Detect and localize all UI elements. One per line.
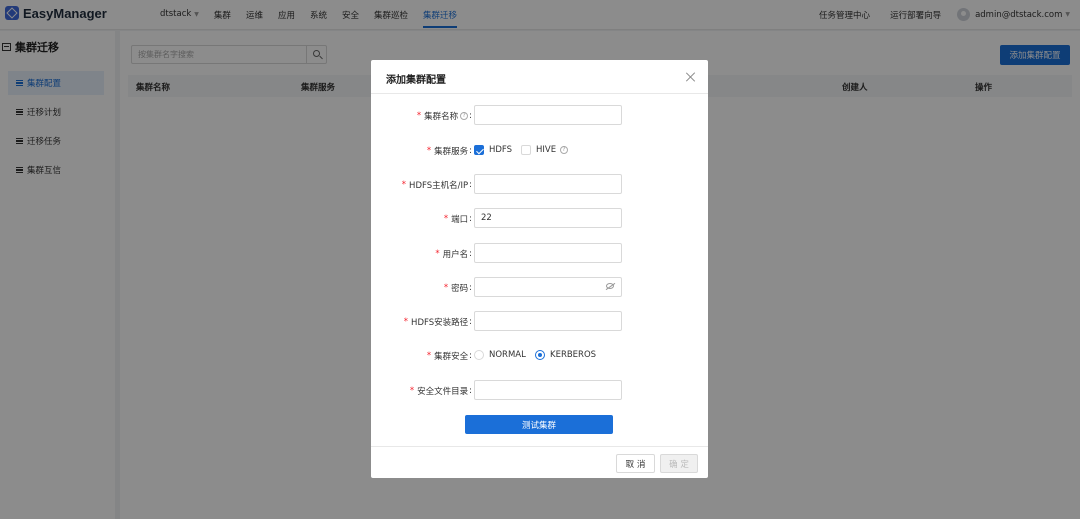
question-icon[interactable]: ? [460,112,469,120]
label-text: HDFS主机名/IP [409,181,469,191]
hive-option-label[interactable]: HIVE [536,145,556,155]
form-label: * 集群安全: [426,351,472,362]
label-text: HDFS安装路径 [411,318,469,328]
form-row-cluster-name: * 集群名称?: [371,105,708,125]
close-icon[interactable] [686,72,696,82]
kerberos-option-label[interactable]: KERBEROS [550,350,596,360]
password-input[interactable] [474,277,622,297]
modal-title: 添加集群配置 [386,75,446,86]
port-input[interactable]: 22 [474,208,622,228]
divider [371,446,708,447]
form-row-security: * 集群安全: NORMAL KERBEROS [371,345,708,365]
install-path-input[interactable] [474,311,622,331]
form-label: * HDFS主机名/IP: [401,180,472,191]
form-label: * 用户名: [435,249,472,260]
form-row-services: * 集群服务: HDFS HIVE ? [371,140,708,160]
form-label: * 集群服务: [426,146,472,157]
eye-invisible-icon[interactable] [606,283,614,289]
host-input[interactable] [474,174,622,194]
form-label: * 安全文件目录: [409,386,472,397]
question-icon[interactable]: ? [560,146,568,154]
label-text: 集群服务 [434,147,469,157]
hive-checkbox[interactable] [521,145,531,155]
kerberos-radio[interactable] [535,350,545,360]
normal-radio[interactable] [474,350,484,360]
security-dir-input[interactable] [474,380,622,400]
form-row-username: * 用户名: [371,243,708,263]
label-text: 安全文件目录 [417,387,469,397]
label-text: 用户名 [442,250,469,260]
username-input[interactable] [474,243,622,263]
label-text: 密码 [451,284,469,294]
hdfs-option-label[interactable]: HDFS [489,145,512,155]
form-row-host: * HDFS主机名/IP: [371,174,708,194]
add-cluster-config-modal: 添加集群配置 * 集群名称?: * 集群服务: HDFS HIVE ? * HDFS主… [371,60,708,478]
label-text: 端口 [451,215,469,225]
hdfs-checkbox[interactable] [474,145,484,155]
cancel-button[interactable]: 取 消 [616,454,655,473]
normal-option-label[interactable]: NORMAL [489,350,526,360]
form-row-port: * 端口: 22 [371,208,708,228]
form-row-password: * 密码: [371,277,708,297]
confirm-button[interactable]: 确 定 [660,454,698,473]
test-cluster-button[interactable]: 测试集群 [465,415,613,434]
form-label: * 密码: [443,283,472,294]
cluster-name-input[interactable] [474,105,622,125]
label-text: 集群安全 [434,352,469,362]
form-label: * HDFS安装路径: [403,317,472,328]
divider [371,93,708,94]
form-row-install-path: * HDFS安装路径: [371,311,708,331]
label-text: 集群名称 [424,112,459,122]
form-row-security-dir: * 安全文件目录: [371,380,708,400]
form-label: * 集群名称?: [416,111,472,122]
form-label: * 端口: [443,214,472,225]
